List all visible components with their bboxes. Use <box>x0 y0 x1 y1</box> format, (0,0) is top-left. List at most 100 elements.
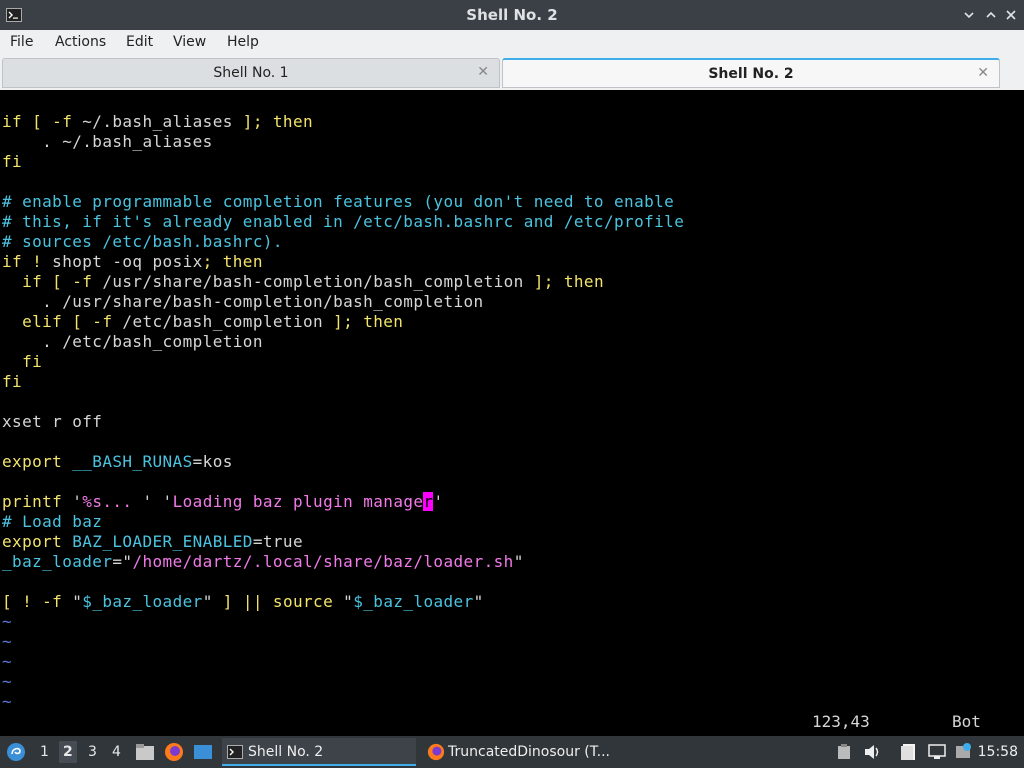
terminal-text: " <box>72 592 83 611</box>
close-tab-icon[interactable]: ✕ <box>977 65 989 81</box>
menu-file[interactable]: File <box>10 34 33 50</box>
network-icon[interactable] <box>928 744 946 760</box>
tab-bar: Shell No. 1 ✕ Shell No. 2 ✕ <box>0 56 1024 90</box>
updates-icon[interactable] <box>954 743 972 761</box>
terminal-text: ] || source <box>212 592 344 611</box>
tab-shell-2[interactable]: Shell No. 2 ✕ <box>502 58 1000 88</box>
terminal-line: ~ <box>2 692 12 712</box>
terminal-line: # enable programmable completion feature… <box>2 192 674 212</box>
terminal-line: if ! shopt -oq posix; then <box>2 252 263 272</box>
terminal-text: ' ' <box>142 492 173 511</box>
terminal-text: " <box>202 592 213 611</box>
terminal-text: fi <box>2 152 23 171</box>
terminal-text: _baz_loader <box>2 552 113 571</box>
task-shell-no-2[interactable]: Shell No. 2 <box>222 738 416 766</box>
terminal-text: ' <box>433 492 444 511</box>
clock[interactable]: 15:58 <box>978 744 1018 760</box>
terminal-text: " <box>473 592 484 611</box>
terminal-text: [ ! -f <box>2 592 73 611</box>
terminal-text: $_baz_loader <box>353 592 474 611</box>
terminal-text: ~/.bash_aliases <box>82 112 233 131</box>
terminal-line: xset r off <box>2 412 102 432</box>
terminal-text: # enable programmable completion feature… <box>2 192 675 211</box>
desktop-4[interactable]: 4 <box>112 744 121 760</box>
close-window-icon[interactable] <box>1003 7 1019 23</box>
terminal-text: /etc/bash_completion <box>122 312 324 331</box>
terminal-text: %s... <box>82 492 143 511</box>
terminal-text: elif [ -f <box>2 312 123 331</box>
desktop-3[interactable]: 3 <box>88 744 97 760</box>
desktop-2[interactable]: 2 <box>59 741 77 763</box>
terminal-line: . /usr/share/bash-completion/bash_comple… <box>2 292 484 312</box>
task-label: Shell No. 2 <box>248 744 324 760</box>
terminal-text: . /usr/share/bash-completion/bash_comple… <box>2 292 484 311</box>
terminal-text: " <box>513 552 524 571</box>
task-firefox[interactable]: TruncatedDinosour (T... <box>422 738 618 766</box>
terminal-text: ]; then <box>232 112 314 131</box>
terminal-line: _baz_loader="/home/dartz/.local/share/ba… <box>2 552 524 572</box>
terminal-line: [ ! -f "$_baz_loader" ] || source "$_baz… <box>2 592 484 612</box>
terminal-line: # sources /etc/bash.bashrc). <box>2 232 283 252</box>
terminal-line: # this, if it's already enabled in /etc/… <box>2 212 684 232</box>
firefox-icon <box>427 743 445 761</box>
window-title: Shell No. 2 <box>466 6 558 24</box>
terminal-text: export <box>2 532 73 551</box>
terminal-text: =true <box>252 532 303 551</box>
terminal-icon <box>227 745 243 759</box>
terminal-line: export BAZ_LOADER_ENABLED=true <box>2 532 303 552</box>
notes-icon[interactable] <box>900 743 918 761</box>
terminal-line: ~ <box>2 672 12 692</box>
terminal-text: . ~/.bash_aliases <box>2 132 213 151</box>
terminal-text: ]; then <box>523 272 604 291</box>
terminal-line: printf ' %s... ' 'Loading baz plugin mana… <box>2 492 444 512</box>
show-desktop-icon[interactable] <box>193 743 213 761</box>
minimize-icon[interactable] <box>961 7 977 23</box>
terminal-line: fi <box>2 372 22 392</box>
terminal-text: /usr/share/bash-completion/bash_completi… <box>102 272 524 291</box>
desktop-1[interactable]: 1 <box>40 744 49 760</box>
terminal-text: /home/dartz/.local/share/baz/loader.sh <box>132 552 514 571</box>
terminal-text: $_baz_loader <box>82 592 203 611</box>
terminal-line: . /etc/bash_completion <box>2 332 263 352</box>
terminal-text: fi <box>2 352 43 371</box>
terminal-text: ; then <box>202 252 263 271</box>
terminal-line: # Load baz <box>2 512 102 532</box>
terminal-text: # Load baz <box>2 512 103 531</box>
tab-shell-1[interactable]: Shell No. 1 ✕ <box>2 58 500 88</box>
task-label: TruncatedDinosour (T... <box>448 744 611 760</box>
firefox-icon[interactable] <box>164 742 184 762</box>
scroll-indicator: Bot <box>952 712 981 731</box>
terminal-text: if ! <box>2 252 53 271</box>
clipboard-icon[interactable] <box>836 744 852 760</box>
window-titlebar[interactable]: Shell No. 2 <box>0 0 1024 30</box>
menu-view[interactable]: View <box>173 34 206 50</box>
terminal-line: fi <box>2 152 22 172</box>
app-launcher-icon[interactable] <box>6 742 26 762</box>
terminal-text: xset r off <box>2 412 103 431</box>
terminal-view[interactable]: 123,43 Bot if [ -f ~/.bash_aliases ]; th… <box>0 90 1024 736</box>
cursor-position: 123,43 <box>812 712 870 731</box>
terminal-text: fi <box>2 372 23 391</box>
terminal-text: =" <box>112 552 133 571</box>
menu-help[interactable]: Help <box>227 34 259 50</box>
terminal-text: Loading baz plugin manage <box>172 492 424 511</box>
terminal-text: ~ <box>2 612 13 631</box>
close-tab-icon[interactable]: ✕ <box>477 64 489 80</box>
menu-actions[interactable]: Actions <box>55 34 106 50</box>
terminal-text: shopt -oq posix <box>52 252 203 271</box>
maximize-icon[interactable] <box>983 7 999 23</box>
terminal-line: fi <box>2 352 42 372</box>
terminal-text: printf <box>2 492 73 511</box>
menu-bar: File Actions Edit View Help <box>0 30 1024 56</box>
taskbar: 1 2 3 4 Shell No. 2 TruncatedDinosour (T… <box>0 736 1024 768</box>
file-manager-icon[interactable] <box>135 743 155 761</box>
terminal-text: . /etc/bash_completion <box>2 332 263 351</box>
menu-edit[interactable]: Edit <box>126 34 153 50</box>
terminal-line: ~ <box>2 632 12 652</box>
terminal-text: " <box>343 592 354 611</box>
terminal-text: ~ <box>2 672 13 691</box>
volume-icon[interactable] <box>864 744 882 760</box>
terminal-text: BAZ_LOADER_ENABLED <box>72 532 253 551</box>
terminal-line: ~ <box>2 652 12 672</box>
terminal-line: if [ -f ~/.bash_aliases ]; then <box>2 112 313 132</box>
